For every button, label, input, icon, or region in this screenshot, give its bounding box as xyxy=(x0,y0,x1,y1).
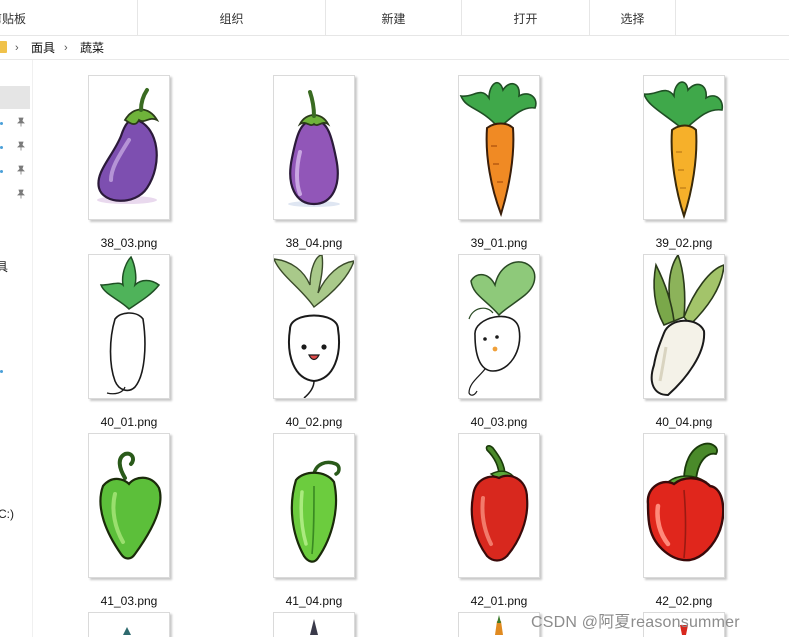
nav-item-icon xyxy=(0,370,3,373)
file-thumbnail xyxy=(273,612,355,637)
file-item[interactable]: 40_02.png xyxy=(273,254,443,429)
file-thumbnail xyxy=(88,612,170,637)
ribbon-group-organize-label: 组织 xyxy=(219,12,244,26)
chevron-right-icon[interactable]: › xyxy=(64,40,68,56)
radish-icon xyxy=(274,255,354,398)
nav-item-drive-label[interactable]: C:) xyxy=(0,507,14,521)
green-pepper-icon xyxy=(99,451,162,560)
file-item[interactable] xyxy=(88,612,258,637)
file-item[interactable]: 41_04.png xyxy=(273,433,443,608)
breadcrumb-item-current[interactable]: 蔬菜 xyxy=(80,40,104,56)
pin-icon[interactable] xyxy=(16,141,26,151)
pin-icon[interactable] xyxy=(16,165,26,175)
eggplant-icon xyxy=(288,90,340,207)
file-thumbnail xyxy=(88,254,170,399)
file-name: 42_02.png xyxy=(655,594,713,608)
file-item[interactable]: 40_03.png xyxy=(458,254,628,429)
file-name: 40_01.png xyxy=(100,415,158,429)
file-item[interactable]: 40_01.png xyxy=(88,254,258,429)
red-pepper-icon xyxy=(470,445,529,562)
ribbon-group-new-label: 新建 xyxy=(381,12,406,26)
breadcrumb-item[interactable]: 面具 xyxy=(31,40,55,56)
vegetable-thumbnail-icon xyxy=(123,627,131,635)
pin-icon[interactable] xyxy=(16,117,26,127)
file-item[interactable]: 38_03.png xyxy=(88,75,258,250)
ribbon-group-select-label: 选择 xyxy=(620,12,645,26)
file-thumbnail xyxy=(458,75,540,220)
nav-item-icon xyxy=(0,146,3,149)
file-thumbnail xyxy=(88,433,170,578)
file-thumbnail xyxy=(458,612,540,637)
file-name: 38_04.png xyxy=(285,236,343,250)
ribbon: 剪贴板 组织 新建 打开 选择 xyxy=(0,0,789,36)
radish-icon xyxy=(99,255,161,395)
file-thumbnail xyxy=(88,75,170,220)
eggplant-icon xyxy=(97,88,160,204)
radish-icon xyxy=(468,261,536,396)
nav-item-label[interactable]: 具 xyxy=(0,258,8,275)
nav-item-icon xyxy=(0,122,3,125)
file-thumbnail xyxy=(643,254,725,399)
file-item[interactable]: 41_03.png xyxy=(88,433,258,608)
file-item[interactable]: 38_04.png xyxy=(273,75,443,250)
ribbon-group-clipboard-label: 剪贴板 xyxy=(0,12,27,26)
green-pepper-icon xyxy=(290,460,341,563)
vegetable-thumbnail-icon xyxy=(495,615,503,635)
file-name: 40_02.png xyxy=(285,415,343,429)
ribbon-group-clipboard[interactable]: 剪贴板 xyxy=(0,0,138,36)
file-name: 41_04.png xyxy=(285,594,343,608)
daikon-icon xyxy=(650,255,724,397)
ribbon-group-select[interactable]: 选择 xyxy=(590,0,676,36)
file-name: 40_04.png xyxy=(655,415,713,429)
file-name: 40_03.png xyxy=(470,415,528,429)
file-name: 39_01.png xyxy=(470,236,528,250)
file-item[interactable]: 39_02.png xyxy=(643,75,789,250)
pin-icon[interactable] xyxy=(16,189,26,199)
ribbon-group-open-label: 打开 xyxy=(513,12,538,26)
carrot-icon xyxy=(644,81,724,219)
file-thumbnail xyxy=(273,75,355,220)
vegetable-thumbnail-icon xyxy=(310,619,318,635)
ribbon-group-open[interactable]: 打开 xyxy=(462,0,590,36)
carrot-icon xyxy=(459,81,537,218)
file-thumbnail xyxy=(458,254,540,399)
file-thumbnail xyxy=(273,433,355,578)
file-name: 38_03.png xyxy=(100,236,158,250)
file-item[interactable] xyxy=(273,612,443,637)
file-thumbnail xyxy=(643,433,725,578)
file-name: 39_02.png xyxy=(655,236,713,250)
file-item[interactable]: 42_02.png xyxy=(643,433,789,608)
file-thumbnail xyxy=(273,254,355,399)
file-item[interactable]: 40_04.png xyxy=(643,254,789,429)
ribbon-group-new[interactable]: 新建 xyxy=(326,0,462,36)
folder-icon xyxy=(0,41,7,53)
file-thumbnail xyxy=(458,433,540,578)
file-name: 41_03.png xyxy=(100,594,158,608)
file-thumbnail xyxy=(643,75,725,220)
nav-selected-item[interactable] xyxy=(0,86,30,109)
file-item[interactable]: 39_01.png xyxy=(458,75,628,250)
address-bar[interactable] xyxy=(0,36,789,60)
file-item[interactable]: 42_01.png xyxy=(458,433,628,608)
chevron-right-icon[interactable]: › xyxy=(15,40,19,56)
nav-item-icon xyxy=(0,170,3,173)
red-pepper-icon xyxy=(646,442,724,562)
ribbon-group-organize[interactable]: 组织 xyxy=(138,0,326,36)
watermark: CSDN @阿夏reasonsummer xyxy=(531,614,740,631)
file-name: 42_01.png xyxy=(470,594,528,608)
